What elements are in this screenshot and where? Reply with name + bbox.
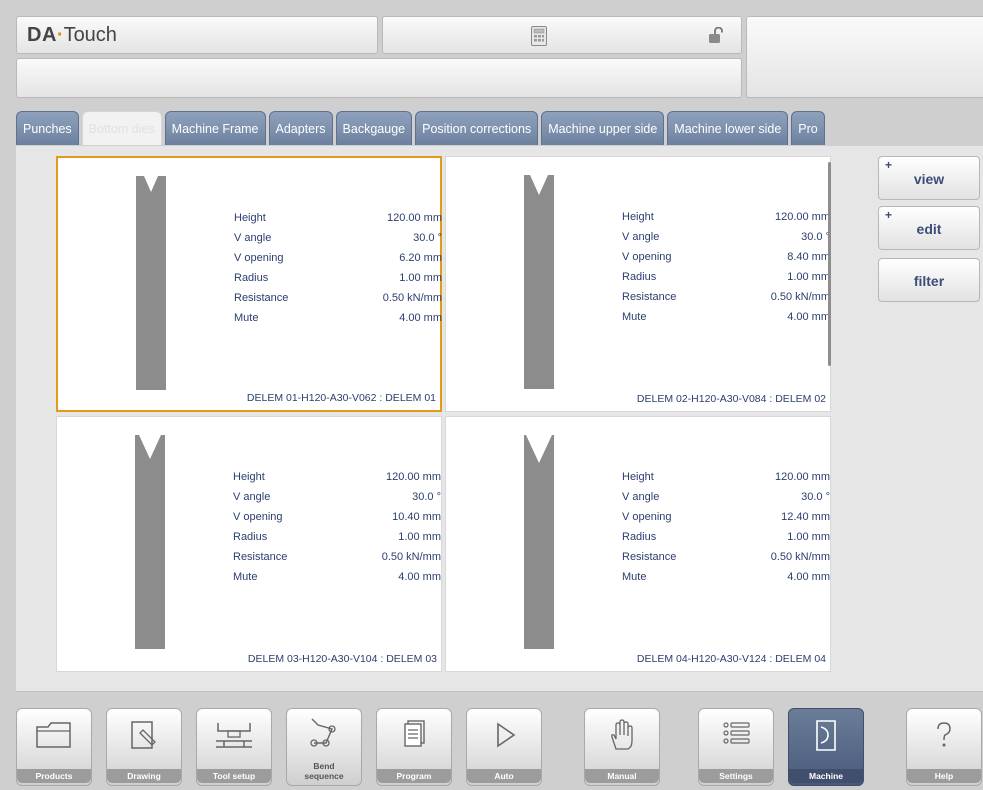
property-row: Mute 4.00 mm — [622, 571, 830, 583]
die-card[interactable]: Height 120.00 mm V angle 30.0 ° V opening 8… — [445, 156, 831, 412]
nav-program-button[interactable]: Program — [376, 708, 452, 786]
die-name: DELEM 01-H120-A30-V062 : DELEM 01 — [246, 392, 436, 404]
die-profile-icon — [524, 435, 554, 649]
die-card[interactable]: Height 120.00 mm V angle 30.0 ° V opening 1… — [445, 416, 831, 672]
tab-bottom-dies[interactable]: Bottom dies — [81, 111, 162, 145]
tab-machine-upper-side[interactable]: Machine upper side — [541, 111, 665, 145]
bend-sequence-icon — [310, 718, 336, 747]
right-header-panel — [746, 16, 983, 98]
property-row: V opening 8.40 mm — [622, 251, 830, 263]
nav-label: Drawing — [107, 769, 181, 783]
die-name: DELEM 04-H120-A30-V124 : DELEM 04 — [636, 653, 826, 665]
die-profile-icon — [524, 175, 554, 389]
nav-label: Auto — [467, 769, 541, 783]
nav-label: Products — [17, 769, 91, 783]
tab-pro[interactable]: Pro — [791, 111, 825, 145]
tool-setup-icon — [216, 723, 252, 748]
die-properties: Height 120.00 mm V angle 30.0 ° V opening 6… — [234, 208, 442, 328]
die-properties: Height 120.00 mm V angle 30.0 ° V opening 1… — [233, 467, 441, 587]
die-name: DELEM 02-H120-A30-V084 : DELEM 02 — [636, 393, 826, 405]
property-row: Resistance 0.50 kN/mm — [234, 292, 442, 304]
nav-help-button[interactable]: Help — [906, 708, 982, 786]
property-row: Height 120.00 mm — [622, 471, 830, 483]
property-row: V angle 30.0 ° — [622, 491, 830, 503]
die-properties: Height 120.00 mm V angle 30.0 ° V opening 8… — [622, 207, 830, 327]
property-row: Radius 1.00 mm — [622, 531, 830, 543]
tab-punches[interactable]: Punches — [16, 111, 79, 145]
property-row: V opening 10.40 mm — [233, 511, 441, 523]
die-card[interactable]: Height 120.00 mm V angle 30.0 ° V opening 6… — [56, 156, 442, 412]
message-bar — [16, 58, 742, 98]
machine-icon — [816, 720, 836, 751]
die-properties: Height 120.00 mm V angle 30.0 ° V opening 1… — [622, 467, 830, 587]
property-row: V angle 30.0 ° — [234, 232, 442, 244]
nav-drawing-button[interactable]: Drawing — [106, 708, 182, 786]
tab-position-corrections[interactable]: Position corrections — [415, 111, 539, 145]
die-profile-icon — [136, 176, 166, 390]
nav-label: Program — [377, 769, 451, 783]
property-row: Height 120.00 mm — [234, 212, 442, 224]
filter-button[interactable]: filter — [878, 258, 980, 302]
die-name: DELEM 03-H120-A30-V104 : DELEM 03 — [247, 653, 437, 665]
nav-bend-sequence-button[interactable]: Bend sequence — [286, 708, 362, 786]
help-icon — [937, 722, 951, 747]
status-panel — [382, 16, 742, 54]
nav-label: Manual — [585, 769, 659, 783]
drawing-icon — [131, 721, 156, 749]
settings-list-icon — [723, 722, 750, 744]
property-row: Mute 4.00 mm — [622, 311, 830, 323]
folder-icon — [36, 722, 71, 748]
bottom-navigation: Products Drawing Tool setup Bend sequence… — [0, 696, 983, 790]
nav-label: Settings — [699, 769, 773, 783]
tab-backgauge[interactable]: Backgauge — [335, 111, 413, 145]
property-row: Resistance 0.50 kN/mm — [233, 551, 441, 563]
property-row: V opening 6.20 mm — [234, 252, 442, 264]
brand-panel: DA·Touch — [16, 16, 378, 54]
property-row: Radius 1.00 mm — [233, 531, 441, 543]
unlocked-lock-icon[interactable] — [708, 26, 724, 50]
property-row: Radius 1.00 mm — [234, 272, 442, 284]
property-row: Radius 1.00 mm — [622, 271, 830, 283]
nav-manual-button[interactable]: Manual — [584, 708, 660, 786]
edit-button[interactable]: + edit — [878, 206, 980, 250]
nav-label: Tool setup — [197, 769, 271, 783]
property-row: Resistance 0.50 kN/mm — [622, 291, 830, 303]
play-icon — [497, 722, 516, 748]
nav-settings-button[interactable]: Settings — [698, 708, 774, 786]
property-row: V opening 12.40 mm — [622, 511, 830, 523]
app-logo: DA·Touch — [27, 24, 117, 46]
die-profile-icon — [135, 435, 165, 649]
plus-icon: + — [885, 208, 893, 222]
nav-machine-button[interactable]: Machine — [788, 708, 864, 786]
property-row: Height 120.00 mm — [622, 211, 830, 223]
view-button[interactable]: + view — [878, 156, 980, 200]
property-row: Mute 4.00 mm — [233, 571, 441, 583]
tab-machine-frame[interactable]: Machine Frame — [164, 111, 266, 145]
die-card[interactable]: Height 120.00 mm V angle 30.0 ° V opening 1… — [56, 416, 442, 672]
property-row: Mute 4.00 mm — [234, 312, 442, 324]
scrollbar-thumb[interactable] — [828, 162, 831, 366]
nav-products-button[interactable]: Products — [16, 708, 92, 786]
tab-adapters[interactable]: Adapters — [268, 111, 333, 145]
nav-label: Bend sequence — [304, 761, 344, 781]
property-row: V angle 30.0 ° — [233, 491, 441, 503]
property-row: Height 120.00 mm — [233, 471, 441, 483]
die-grid: Height 120.00 mm V angle 30.0 ° V opening 6… — [56, 156, 848, 678]
tab-machine-lower-side[interactable]: Machine lower side — [667, 111, 789, 145]
nav-tool-setup-button[interactable]: Tool setup — [196, 708, 272, 786]
program-icon — [404, 720, 425, 747]
nav-auto-button[interactable]: Auto — [466, 708, 542, 786]
plus-icon: + — [885, 158, 893, 172]
property-row: Resistance 0.50 kN/mm — [622, 551, 830, 563]
bottom-dies-panel: Height 120.00 mm V angle 30.0 ° V opening 6… — [16, 146, 983, 692]
hand-icon — [611, 719, 633, 750]
nav-label: Machine — [789, 769, 863, 783]
calculator-icon[interactable] — [531, 26, 547, 51]
nav-label: Help — [907, 769, 981, 783]
property-row: V angle 30.0 ° — [622, 231, 830, 243]
tab-bar: Punches Bottom dies Machine Frame Adapte… — [16, 111, 983, 145]
